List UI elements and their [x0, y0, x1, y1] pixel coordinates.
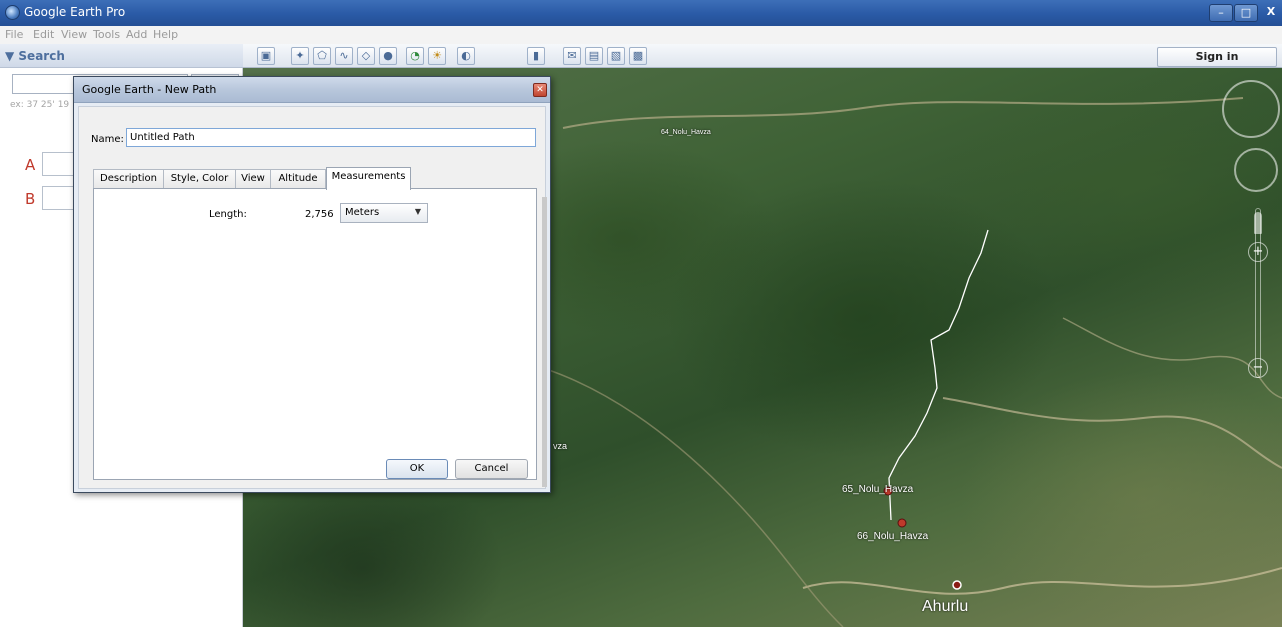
email-icon[interactable]: ✉	[563, 47, 581, 65]
menu-add[interactable]: Add	[126, 28, 147, 41]
measurements-panel: Length: 2,756 Meters ▼	[93, 188, 537, 480]
menu-file[interactable]: File	[5, 28, 23, 41]
zoom-in-button[interactable]: +	[1248, 242, 1268, 262]
search-hint: ex: 37 25' 19	[10, 100, 70, 110]
dialog-scrollbar[interactable]	[542, 197, 547, 487]
tab-description[interactable]: Description	[93, 169, 164, 189]
minimize-button[interactable]: –	[1209, 4, 1233, 22]
save-image-icon[interactable]: ▧	[607, 47, 625, 65]
placemark-icon[interactable]: ✦	[291, 47, 309, 65]
road-track	[562, 97, 1244, 129]
dialog-close-button[interactable]: ✕	[533, 83, 547, 97]
planets-icon[interactable]: ◐	[457, 47, 475, 65]
historical-imagery-icon[interactable]: ◔	[406, 47, 424, 65]
cancel-button[interactable]: Cancel	[455, 459, 528, 479]
print-icon[interactable]: ▤	[585, 47, 603, 65]
app-title: Google Earth Pro	[24, 5, 126, 19]
map-label-64[interactable]: 64_Nolu_Havza	[661, 129, 711, 136]
polygon-icon[interactable]: ⬠	[313, 47, 331, 65]
road-track	[942, 397, 1282, 469]
menu-tools[interactable]: Tools	[93, 28, 120, 41]
sidebar-toggle-icon[interactable]: ▣	[257, 47, 275, 65]
search-panel-toggle[interactable]: ▼ Search	[5, 49, 65, 63]
sunlight-icon[interactable]: ☀	[428, 47, 446, 65]
menu-bar: File Edit View Tools Add Help	[0, 26, 1282, 44]
dialog-title-bar[interactable]: Google Earth - New Path ✕	[74, 77, 550, 103]
map-label-ahurlu[interactable]: Ahurlu	[922, 598, 968, 616]
look-joystick[interactable]	[1234, 148, 1278, 192]
path-icon[interactable]: ∿	[335, 47, 353, 65]
map-label-66[interactable]: 66_Nolu_Havza	[857, 531, 928, 542]
dialog-body: Name: Description Style, Color View Alti…	[78, 106, 546, 489]
length-value: 2,756	[305, 209, 334, 220]
toolbar: ▣ ✦ ⬠ ∿ ◇ ● ◔ ☀ ◐ ▮ ✉ ▤ ▧ ▩ Sign in	[243, 44, 1282, 68]
street-view-pegman-icon[interactable]	[1254, 212, 1262, 234]
tab-style-color[interactable]: Style, Color	[163, 169, 236, 189]
new-path-dialog: Google Earth - New Path ✕ Name: Descript…	[73, 76, 551, 493]
maps-icon[interactable]: ▩	[629, 47, 647, 65]
search-panel-header[interactable]: ▼ Search	[0, 44, 243, 68]
close-window-button[interactable]: X	[1260, 4, 1282, 22]
road-track	[802, 567, 1282, 595]
measured-path-line	[888, 229, 989, 521]
maximize-button[interactable]: □	[1234, 4, 1258, 22]
zoom-out-button[interactable]: −	[1248, 358, 1268, 378]
map-label-65[interactable]: 65_Nolu_Havza	[842, 484, 913, 495]
road-track	[1062, 317, 1282, 399]
path-name-input[interactable]	[126, 128, 536, 147]
menu-edit[interactable]: Edit	[33, 28, 54, 41]
tour-icon[interactable]: ●	[379, 47, 397, 65]
tab-view[interactable]: View	[235, 169, 271, 189]
tab-measurements[interactable]: Measurements	[326, 167, 411, 190]
sign-in-button[interactable]: Sign in	[1157, 47, 1277, 67]
road-track	[542, 367, 844, 627]
tab-altitude[interactable]: Altitude	[270, 169, 326, 189]
length-unit-value: Meters	[345, 207, 380, 218]
ruler-icon[interactable]: ▮	[527, 47, 545, 65]
direction-b-label: B	[25, 190, 36, 208]
image-overlay-icon[interactable]: ◇	[357, 47, 375, 65]
dialog-title: Google Earth - New Path	[82, 83, 217, 96]
title-bar: Google Earth Pro – □ X	[0, 0, 1282, 26]
google-earth-app-icon	[5, 5, 20, 20]
menu-help[interactable]: Help	[153, 28, 178, 41]
menu-view[interactable]: View	[61, 28, 87, 41]
direction-a-label: A	[25, 156, 36, 174]
compass-ring[interactable]	[1222, 80, 1280, 138]
map-label-partial[interactable]: vza	[553, 441, 567, 451]
length-unit-select[interactable]: Meters ▼	[340, 203, 428, 223]
village-marker[interactable]	[952, 580, 962, 590]
chevron-down-icon: ▼	[414, 207, 421, 216]
ok-button[interactable]: OK	[386, 459, 448, 479]
placemark-66-marker[interactable]	[897, 518, 907, 528]
length-label: Length:	[209, 209, 247, 220]
name-label: Name:	[91, 134, 124, 145]
